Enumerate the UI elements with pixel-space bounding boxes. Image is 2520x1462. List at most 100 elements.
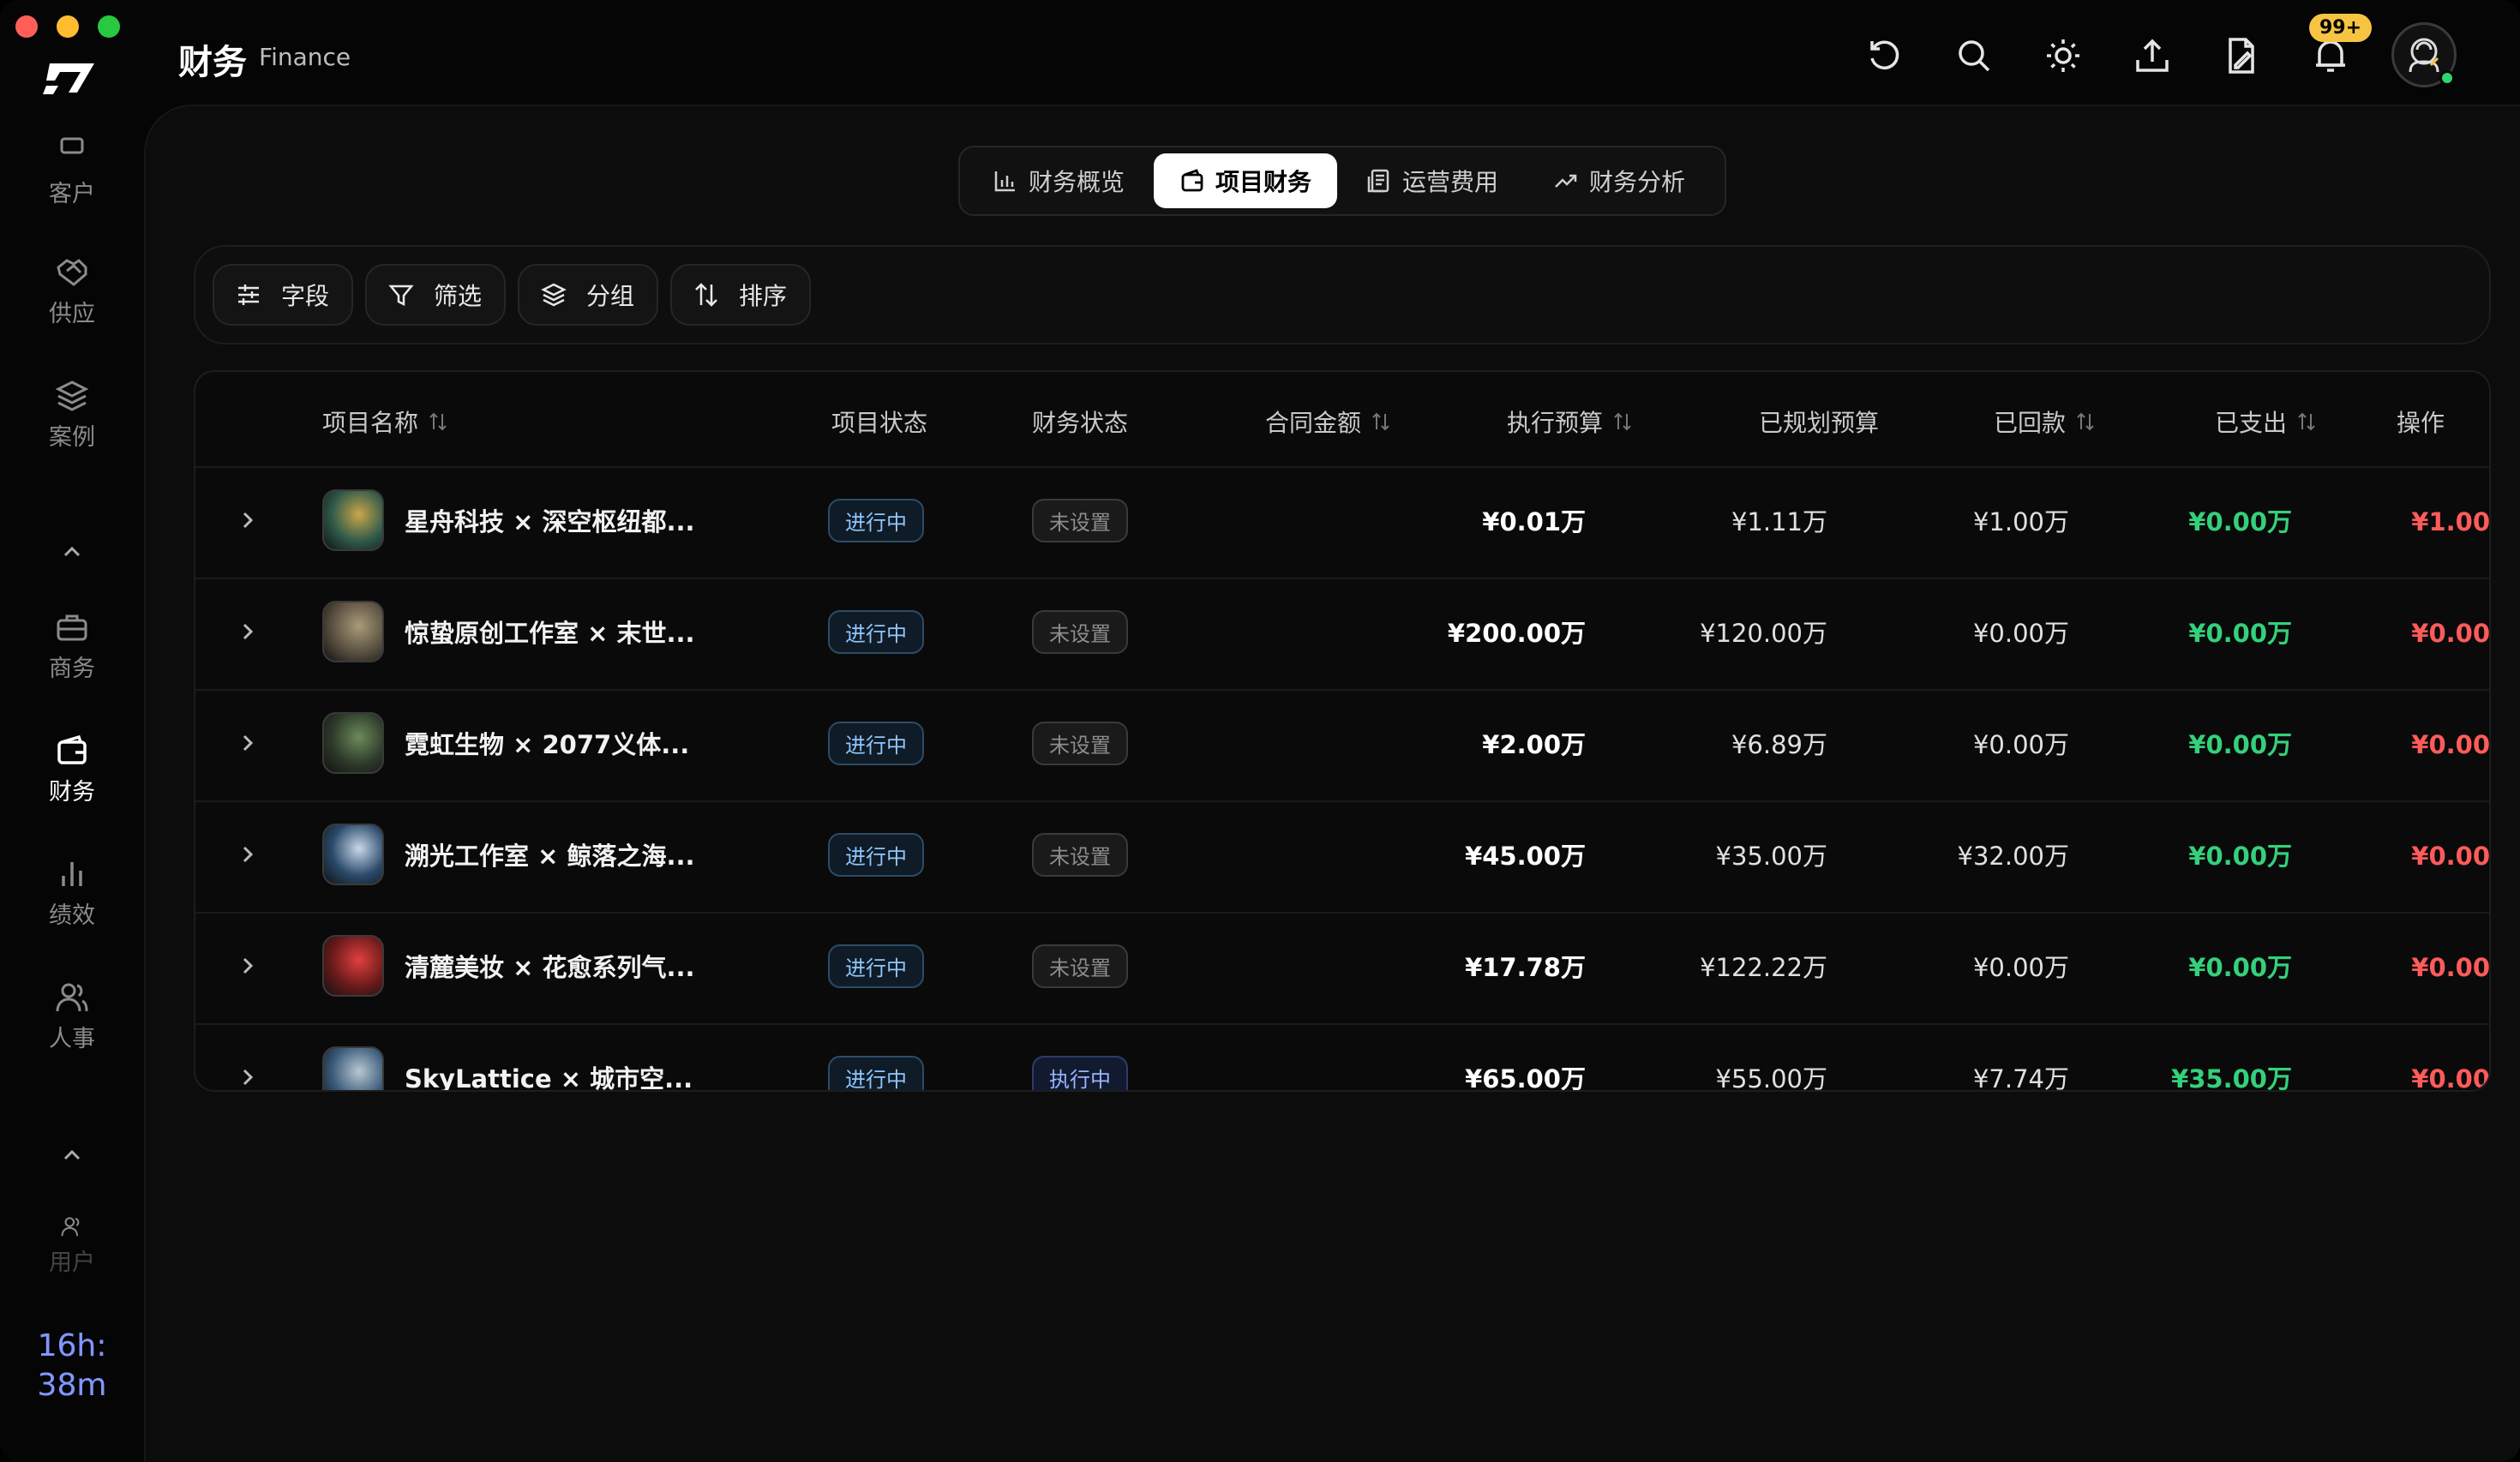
sidebar-item-finance[interactable]: 财务 [0,734,144,806]
project-name[interactable]: 霓虹生物 × 2077义体... [405,691,689,795]
table-row[interactable]: 清麓美妆 × 花愈系列气... 进行中 未设置 ¥17.78万 ¥122.22万… [195,912,2489,1016]
col-header-exec-budget[interactable]: 执行预算 [1507,404,1634,439]
col-header-status: 项目状态 [831,404,927,439]
table-toolbar: 字段 筛选 分组 排序 [194,245,2491,345]
expand-row-button[interactable] [235,802,269,907]
expand-row-button[interactable] [235,579,269,684]
sort-arrows-icon[interactable] [2074,410,2097,433]
sidebar-item-label: 客户 [49,181,95,207]
app-logo-icon[interactable] [43,57,101,99]
document-sign-icon[interactable] [2222,36,2261,75]
sidebar-item-cases[interactable]: 案例 [0,379,144,452]
paid-amount: ¥0.00万 [2411,619,2490,648]
refresh-icon[interactable] [1865,36,1905,75]
chevron-right-icon [243,1069,254,1086]
expand-row-button[interactable] [235,691,269,795]
finance-status-badge: 未设置 [1032,609,1128,654]
group-button[interactable]: 分组 [518,264,659,326]
project-name[interactable]: 溯光工作室 × 鲸落之海... [405,802,695,907]
sun-icon[interactable] [2043,36,2083,75]
sort-button[interactable]: 排序 [670,264,812,326]
sidebar-item-users[interactable]: 用户 [0,1215,144,1277]
sidebar-item-performance[interactable]: 绩效 [0,857,144,930]
sidebar: 客户 供应 案例 商务 财务 绩效 人事 用户 16h: 38m [0,0,144,1462]
handshake-icon [57,259,87,286]
briefcase-icon [57,614,87,641]
sidebar-item-label: 供应 [49,301,95,327]
project-name[interactable]: SkyLattice × 城市空... [405,1025,693,1090]
expand-row-button[interactable] [235,468,269,572]
col-header-contract[interactable]: 合同金额 [1265,404,1392,439]
sort-arrows-icon[interactable] [1611,410,1634,433]
exec-budget: ¥120.00万 [1700,619,1827,648]
table-row[interactable]: 惊蛰原创工作室 × 末世... 进行中 未设置 ¥200.00万 ¥120.00… [195,578,2489,682]
col-header-label: 财务状态 [1032,409,1129,437]
sidebar-item-label: 人事 [49,1026,95,1052]
project-name[interactable]: 清麓美妆 × 花愈系列气... [405,914,695,1018]
table-row[interactable]: SkyLattice × 城市空... 进行中 执行中 ¥65.00万 ¥55.… [195,1023,2489,1092]
sidebar-item-business[interactable]: 商务 [0,610,144,683]
chevron-up-icon[interactable] [55,1138,89,1172]
page-title: 财务 [178,43,247,82]
table-row[interactable]: 霓虹生物 × 2077义体... 进行中 未设置 ¥2.00万 ¥6.89万 ¥… [195,689,2489,794]
col-header-name[interactable]: 项目名称 [322,404,449,439]
project-status-cell: 进行中 [828,579,924,684]
paid-amount: ¥0.00万 [2411,842,2490,871]
sidebar-item-customers[interactable]: 客户 [0,135,144,208]
expand-row-button[interactable] [235,1025,269,1090]
sidebar-item-supply[interactable]: 供应 [0,255,144,328]
project-status-cell: 进行中 [828,468,924,572]
people-icon [56,983,88,1012]
sidebar-item-label: 绩效 [49,902,95,929]
layers-icon [541,283,567,307]
trend-icon [1555,174,1577,188]
finance-status-badge: 未设置 [1032,832,1128,877]
fields-button[interactable]: 字段 [213,264,354,326]
layers-icon [55,380,89,411]
project-status-cell: 进行中 [828,914,924,1018]
contract-amount: ¥17.78万 [1465,953,1586,982]
table-row[interactable]: 星舟科技 × 深空枢纽都... 进行中 未设置 ¥0.01万 ¥1.11万 ¥1… [195,466,2489,571]
upload-icon[interactable] [2133,36,2172,75]
project-name[interactable]: 惊蛰原创工作室 × 末世... [405,579,695,684]
tab-analysis[interactable]: 财务分析 [1527,153,1711,208]
sort-arrows-icon[interactable] [2295,410,2318,433]
col-header-paid[interactable]: 已支出 [2215,404,2318,439]
sidebar-item-label: 财务 [49,779,95,806]
finance-status-cell: 未设置 [1032,691,1128,795]
search-icon[interactable] [1954,36,1994,75]
sidebar-item-hr[interactable]: 人事 [0,980,144,1053]
contract-amount: ¥45.00万 [1465,842,1586,871]
col-header-label: 已支出 [2215,409,2288,437]
finance-status-badge: 未设置 [1032,498,1128,542]
received-amount: ¥0.00万 [2188,953,2292,982]
filter-button[interactable]: 筛选 [365,264,507,326]
received-amount: ¥0.00万 [2188,619,2292,648]
col-header-label: 项目名称 [322,409,419,437]
col-header-received[interactable]: 已回款 [1994,404,2097,439]
project-status-cell: 进行中 [828,1025,924,1090]
tab-label: 运营费用 [1402,168,1499,196]
project-name[interactable]: 星舟科技 × 深空枢纽都... [405,468,695,572]
received-amount: ¥0.00万 [2188,842,2292,871]
paid-amount: ¥0.00万 [2411,730,2490,759]
finance-status-cell: 未设置 [1032,914,1128,1018]
project-status-badge: 进行中 [828,721,924,765]
tab-project-finance[interactable]: 项目财务 [1154,153,1338,208]
project-thumbnail [322,601,384,662]
tab-operating-expenses[interactable]: 运营费用 [1341,153,1524,208]
planned-budget: ¥7.74万 [1972,1064,2069,1092]
finance-status-badge: 执行中 [1032,1055,1128,1090]
paid-amount: ¥0.00万 [2411,953,2490,982]
sort-arrows-icon[interactable] [1370,410,1392,433]
expand-row-button[interactable] [235,914,269,1018]
chevron-up-icon[interactable] [55,535,89,569]
planned-budget: ¥1.00万 [1972,507,2069,536]
filter-button-label: 筛选 [434,282,483,310]
finance-status-badge: 未设置 [1032,721,1128,765]
sort-arrows-icon[interactable] [427,410,449,433]
bar-chart-icon [62,862,82,886]
table-row[interactable]: 溯光工作室 × 鲸落之海... 进行中 未设置 ¥45.00万 ¥35.00万 … [195,800,2489,905]
exec-budget: ¥6.89万 [1731,730,1827,759]
tab-overview[interactable]: 财务概览 [967,153,1150,208]
